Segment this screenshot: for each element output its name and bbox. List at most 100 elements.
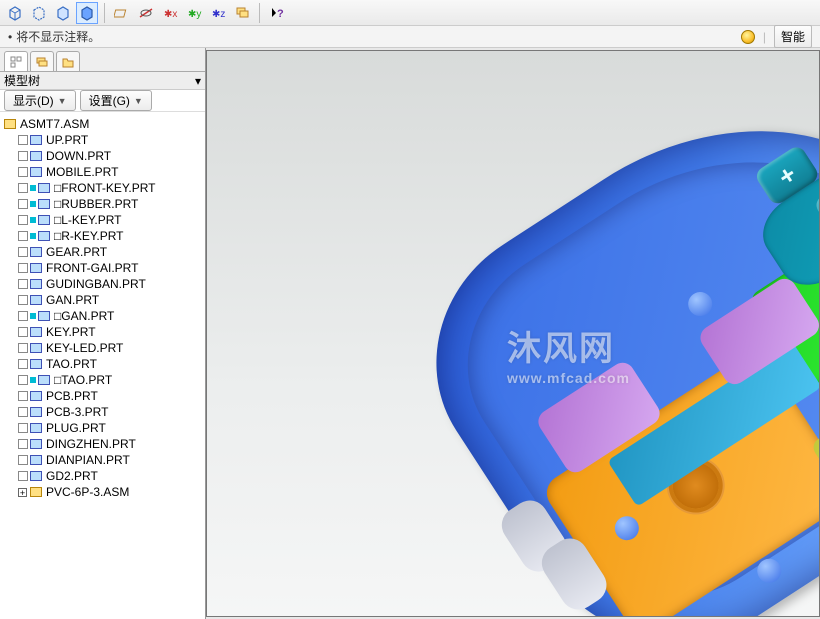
tree-item[interactable]: GAN.PRT	[2, 292, 203, 308]
tree-item[interactable]: □FRONT-KEY.PRT	[2, 180, 203, 196]
flag-icon	[30, 313, 36, 319]
checkbox-icon	[18, 423, 28, 433]
tree-item[interactable]: GD2.PRT	[2, 468, 203, 484]
part-icon	[38, 215, 50, 225]
part-icon	[30, 391, 42, 401]
tree-title: 模型树	[4, 72, 40, 89]
tree-item[interactable]: PCB.PRT	[2, 388, 203, 404]
viewport-3d[interactable]: + ヘノ − 沐风网 www.mfcad.com	[206, 50, 820, 617]
tree-subasm-label: PVC-6P-3.ASM	[46, 485, 129, 499]
tree-item[interactable]: MOBILE.PRT	[2, 164, 203, 180]
part-icon	[30, 343, 42, 353]
tree-item[interactable]: KEY-LED.PRT	[2, 340, 203, 356]
checkbox-icon	[18, 375, 28, 385]
chevron-down-icon: ▼	[58, 96, 67, 106]
tree-item-label: MOBILE.PRT	[46, 165, 118, 179]
show-dropdown[interactable]: 显示(D)▼	[4, 90, 76, 111]
expand-icon[interactable]: +	[18, 488, 27, 497]
part-icon	[30, 295, 42, 305]
tree-root-label: ASMT7.ASM	[20, 117, 89, 131]
tree-item-label: PLUG.PRT	[46, 421, 106, 435]
tree-item-label: GEAR.PRT	[46, 245, 107, 259]
settings-dropdown[interactable]: 设置(G)▼	[80, 90, 152, 111]
checkbox-icon	[18, 247, 28, 257]
tree-item[interactable]: □R-KEY.PRT	[2, 228, 203, 244]
part-icon	[30, 151, 42, 161]
tree-header: 模型树 ▾	[0, 72, 205, 90]
tree-item-label: □TAO.PRT	[54, 373, 112, 387]
tree-item[interactable]: TAO.PRT	[2, 356, 203, 372]
tree-item-label: GAN.PRT	[46, 293, 99, 307]
part-icon	[30, 455, 42, 465]
divider: |	[763, 30, 766, 44]
tab-model-tree[interactable]	[4, 51, 28, 71]
tree-root[interactable]: ASMT7.ASM	[2, 116, 203, 132]
axis-x-icon[interactable]: ✱x	[159, 2, 181, 24]
tree-item[interactable]: DOWN.PRT	[2, 148, 203, 164]
tree-item-label: DINGZHEN.PRT	[46, 437, 136, 451]
tree-item-label: □GAN.PRT	[54, 309, 114, 323]
tree-item-label: PCB-3.PRT	[46, 405, 108, 419]
svg-text:✱y: ✱y	[188, 9, 201, 20]
tree-item[interactable]: □GAN.PRT	[2, 308, 203, 324]
part-icon	[38, 375, 50, 385]
side-tabstrip	[0, 48, 205, 72]
help-arrow-icon[interactable]: ?	[266, 2, 288, 24]
tree-item[interactable]: PCB-3.PRT	[2, 404, 203, 420]
toolbar-separator	[104, 3, 105, 23]
status-bullet: •	[8, 30, 12, 44]
tree-item[interactable]: DINGZHEN.PRT	[2, 436, 203, 452]
tree-item-label: □L-KEY.PRT	[54, 213, 122, 227]
tree-item[interactable]: □TAO.PRT	[2, 372, 203, 388]
view-shaded-icon[interactable]	[76, 2, 98, 24]
view-wireframe-icon[interactable]	[4, 2, 26, 24]
tab-layers[interactable]	[30, 51, 54, 71]
tree-item-label: □R-KEY.PRT	[54, 229, 124, 243]
tree-item[interactable]: □RUBBER.PRT	[2, 196, 203, 212]
checkbox-icon	[18, 135, 28, 145]
checkbox-icon	[18, 359, 28, 369]
tree-item-label: FRONT-GAI.PRT	[46, 261, 138, 275]
bulb-icon[interactable]	[741, 30, 755, 44]
part-icon	[30, 263, 42, 273]
model-tree: ASMT7.ASM UP.PRTDOWN.PRT MOBILE.PRT□FRONT…	[0, 112, 205, 619]
tree-item[interactable]: GUDINGBAN.PRT	[2, 276, 203, 292]
tree-dropdown-row: 显示(D)▼ 设置(G)▼	[0, 90, 205, 112]
smart-button[interactable]: 智能	[774, 25, 812, 48]
checkbox-icon	[18, 231, 28, 241]
checkbox-icon	[18, 183, 28, 193]
part-icon	[30, 439, 42, 449]
part-icon	[38, 183, 50, 193]
tree-item-label: DOWN.PRT	[46, 149, 111, 163]
tab-folder[interactable]	[56, 51, 80, 71]
tree-item[interactable]: KEY.PRT	[2, 324, 203, 340]
checkbox-icon	[18, 199, 28, 209]
tree-item[interactable]: □L-KEY.PRT	[2, 212, 203, 228]
model-3d: + ヘノ −	[430, 117, 820, 617]
tree-item-label: GD2.PRT	[46, 469, 98, 483]
axis-z-icon[interactable]: ✱z	[207, 2, 229, 24]
tree-item[interactable]: FRONT-GAI.PRT	[2, 260, 203, 276]
layers-icon[interactable]	[231, 2, 253, 24]
tree-item[interactable]: UP.PRT	[2, 132, 203, 148]
part-icon	[30, 279, 42, 289]
tree-header-caret[interactable]: ▾	[195, 74, 201, 88]
checkbox-icon	[18, 407, 28, 417]
checkbox-icon	[18, 471, 28, 481]
part-icon	[30, 167, 42, 177]
tree-item[interactable]: PLUG.PRT	[2, 420, 203, 436]
tree-item-label: KEY-LED.PRT	[46, 341, 123, 355]
tree-subasm[interactable]: + PVC-6P-3.ASM	[2, 484, 203, 500]
eye-slash-icon[interactable]	[135, 2, 157, 24]
tree-item[interactable]: GEAR.PRT	[2, 244, 203, 260]
plane-icon[interactable]	[111, 2, 133, 24]
axis-y-icon[interactable]: ✱y	[183, 2, 205, 24]
view-hidden-icon[interactable]	[28, 2, 50, 24]
flag-icon	[30, 377, 36, 383]
part-icon	[38, 311, 50, 321]
part-icon	[30, 471, 42, 481]
checkbox-icon	[18, 311, 28, 321]
tree-item[interactable]: DIANPIAN.PRT	[2, 452, 203, 468]
view-nohidden-icon[interactable]	[52, 2, 74, 24]
checkbox-icon	[18, 391, 28, 401]
